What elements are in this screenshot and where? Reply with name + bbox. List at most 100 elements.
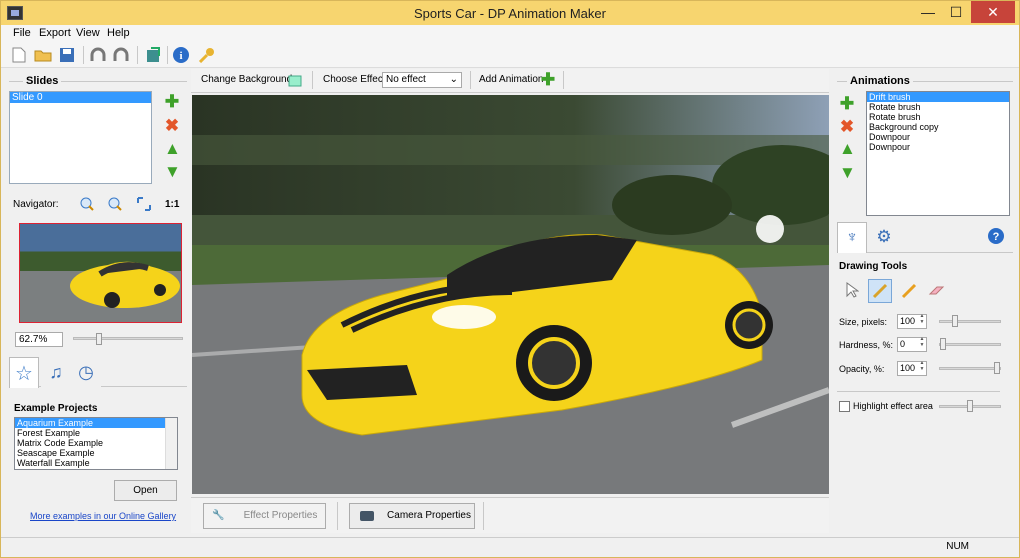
add-slide-icon[interactable]: ✚ <box>164 93 180 110</box>
animation-up-icon[interactable]: ▲ <box>839 140 856 157</box>
pencil-tool-icon[interactable] <box>899 281 919 301</box>
pointer-tool-icon[interactable] <box>842 280 862 300</box>
size-slider[interactable] <box>939 320 1001 323</box>
zoom-slider-thumb[interactable] <box>96 333 102 345</box>
camera-properties-label: Camera Properties <box>387 510 471 521</box>
info-icon[interactable]: i <box>171 45 191 65</box>
brush-tool-icon[interactable] <box>868 279 892 303</box>
drawing-divider <box>837 391 1000 392</box>
list-item[interactable]: Matrix Code Example <box>15 438 177 448</box>
star-icon: ☆ <box>15 362 33 385</box>
list-item[interactable]: Downpour <box>867 132 1009 142</box>
list-item[interactable]: Drift brush <box>867 92 1009 102</box>
effect-properties-button[interactable]: 🔧 Effect Properties <box>203 503 326 529</box>
open-button[interactable]: Open <box>114 480 177 501</box>
main-toolbar: i <box>1 42 1019 68</box>
car-scene-image <box>192 95 829 494</box>
hardness-spinner[interactable]: 0 <box>897 336 927 352</box>
background-image-icon[interactable] <box>285 71 305 91</box>
delete-animation-icon[interactable]: ✖ <box>839 118 855 135</box>
drawing-tools-header: Drawing Tools <box>839 261 908 272</box>
animation-down-icon[interactable]: ▼ <box>839 164 856 181</box>
tab-music[interactable]: ♫ <box>41 357 71 387</box>
slides-header: Slides <box>23 75 62 87</box>
size-label: Size, pixels: <box>839 317 888 327</box>
move-up-icon[interactable]: ▲ <box>164 140 181 157</box>
menu-export[interactable]: Export <box>39 27 71 39</box>
fit-icon[interactable] <box>134 194 154 214</box>
change-background-label[interactable]: Change Background <box>201 74 292 85</box>
tab-drawing[interactable]: ♆ <box>837 222 867 253</box>
save-icon[interactable] <box>57 45 77 65</box>
maximize-button[interactable]: ☐ <box>943 1 969 23</box>
highlight-slider-thumb[interactable] <box>967 400 973 412</box>
online-gallery-link[interactable]: More examples in our Online Gallery <box>30 511 176 521</box>
key-icon[interactable] <box>196 45 216 65</box>
list-item[interactable]: Downpour <box>867 142 1009 152</box>
actual-size-button[interactable]: 1:1 <box>165 199 179 210</box>
example-projects-list[interactable]: Aquarium Example Forest Example Matrix C… <box>14 417 178 470</box>
menu-file[interactable]: File <box>13 27 31 39</box>
camera-icon <box>360 511 374 521</box>
svg-text:i: i <box>179 50 182 62</box>
zoom-field[interactable]: 62.7% <box>15 332 63 347</box>
list-item[interactable]: Forest Example <box>15 428 177 438</box>
minimize-button[interactable]: — <box>915 1 941 23</box>
undo-icon[interactable] <box>88 45 108 65</box>
add-animation-icon[interactable]: ✚ <box>540 71 556 88</box>
add-animation-side-icon[interactable]: ✚ <box>839 95 855 112</box>
list-item[interactable]: Rotate brush <box>867 102 1009 112</box>
list-item[interactable]: Aquarium Example <box>15 418 177 428</box>
svg-text:?: ? <box>993 231 1000 243</box>
delete-slide-icon[interactable]: ✖ <box>164 117 180 134</box>
effect-properties-label: Effect Properties <box>243 510 318 521</box>
new-file-icon[interactable] <box>9 45 29 65</box>
list-item[interactable]: Waterfall Example <box>15 458 177 468</box>
animations-header: Animations <box>847 75 913 87</box>
canvas-preview[interactable] <box>192 95 829 494</box>
highlight-label: Highlight effect area <box>853 401 933 411</box>
list-item[interactable]: Rotate brush <box>867 112 1009 122</box>
window-title: Sports Car - DP Animation Maker <box>414 6 606 21</box>
size-spinner[interactable]: 100 <box>897 313 927 329</box>
camera-properties-button[interactable]: Camera Properties <box>349 503 475 529</box>
navigator-thumbnail[interactable] <box>19 223 182 323</box>
zoom-slider[interactable] <box>73 337 183 340</box>
effect-select[interactable]: No effect ⌄ <box>382 72 462 88</box>
close-button[interactable]: ✕ <box>971 1 1015 23</box>
clock-icon: ◷ <box>78 361 94 382</box>
example-projects-header: Example Projects <box>14 403 98 414</box>
list-item[interactable]: Seascape Example <box>15 448 177 458</box>
opacity-spinner[interactable]: 100 <box>897 360 927 376</box>
slide-item[interactable]: Slide 0 <box>10 92 151 103</box>
opacity-slider-thumb[interactable] <box>994 362 1000 374</box>
redo-icon[interactable] <box>111 45 131 65</box>
move-down-icon[interactable]: ▼ <box>164 163 181 180</box>
title-bar: Sports Car - DP Animation Maker — ☐ ✕ <box>1 1 1019 25</box>
tab-favorites[interactable]: ☆ <box>9 357 39 388</box>
slides-list[interactable]: Slide 0 <box>9 91 152 184</box>
animations-list[interactable]: Drift brush Rotate brush Rotate brush Ba… <box>866 91 1010 216</box>
hardness-slider-thumb[interactable] <box>940 338 946 350</box>
eraser-tool-icon[interactable] <box>927 281 947 301</box>
menu-view[interactable]: View <box>76 27 100 39</box>
tab-settings[interactable]: ⚙ <box>869 222 899 252</box>
export-icon[interactable] <box>143 45 163 65</box>
opacity-slider[interactable] <box>939 367 1001 370</box>
zoom-in-icon[interactable] <box>77 194 97 214</box>
highlight-checkbox[interactable] <box>839 401 850 412</box>
list-item[interactable]: Background copy <box>867 122 1009 132</box>
wrench-icon: 🔧 <box>212 510 225 521</box>
canvas-toolbar: Change Background Choose Effect: No effe… <box>191 69 829 93</box>
help-icon[interactable]: ? <box>986 226 1006 246</box>
open-folder-icon[interactable] <box>33 45 53 65</box>
tab-timing[interactable]: ◷ <box>71 357 101 387</box>
add-animation-label[interactable]: Add Animation <box>479 74 544 85</box>
hardness-slider[interactable] <box>939 343 1001 346</box>
size-slider-thumb[interactable] <box>952 315 958 327</box>
hardness-label: Hardness, %: <box>839 340 894 350</box>
zoom-out-icon[interactable] <box>105 194 125 214</box>
list-scrollbar[interactable] <box>165 418 177 469</box>
menu-help[interactable]: Help <box>107 27 130 39</box>
brush-icon: ♆ <box>846 229 858 246</box>
